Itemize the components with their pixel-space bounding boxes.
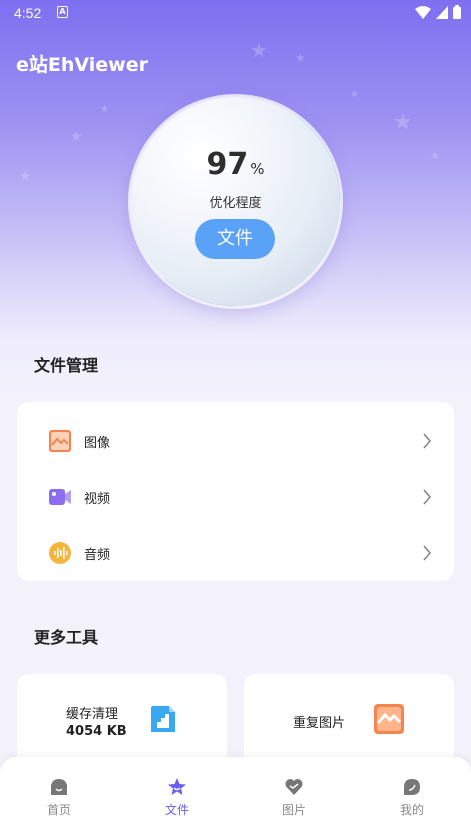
chevron-right-icon	[423, 545, 432, 561]
star-decoration: ★	[430, 149, 440, 162]
duplicate-image-icon	[374, 704, 404, 734]
nav-profile[interactable]: 我的	[353, 757, 471, 837]
more-tools-title: 更多工具	[34, 628, 99, 647]
status-time: 4:52	[14, 5, 42, 21]
star-decoration: ★	[70, 129, 83, 145]
status-icons	[415, 5, 461, 19]
image-icon	[49, 430, 71, 452]
star-decoration: ★	[295, 51, 306, 65]
file-item-label: 视频	[84, 491, 111, 507]
cache-clean-label: 缓存清理	[66, 707, 119, 722]
app-title: e站EhViewer	[16, 54, 148, 76]
nav-label: 文件	[164, 803, 189, 817]
star-decoration: ★	[20, 169, 31, 183]
file-item-audio[interactable]: 音频	[17, 525, 454, 581]
duplicate-image-label: 重复图片	[293, 716, 346, 731]
chevron-right-icon	[423, 489, 432, 505]
file-management-card: 图像 视频 音频	[17, 402, 454, 581]
optimization-percent: 97%	[131, 147, 340, 182]
battery-icon	[453, 5, 461, 19]
cache-icon	[151, 706, 175, 732]
nav-label: 我的	[399, 803, 424, 817]
file-button[interactable]: 文件	[195, 219, 275, 259]
nav-home[interactable]: 首页	[0, 757, 118, 837]
star-decoration: ★	[100, 104, 109, 115]
star-decoration: ★	[350, 89, 359, 100]
nav-picture[interactable]: 图片	[235, 757, 353, 837]
signal-icon	[436, 5, 448, 19]
audio-icon	[49, 542, 71, 564]
home-icon	[51, 779, 67, 795]
cache-size: 4054 KB	[66, 724, 127, 739]
percent-unit: %	[250, 160, 265, 178]
star-decoration: ★	[393, 110, 413, 135]
file-icon	[168, 778, 186, 795]
file-item-label: 图像	[84, 435, 111, 451]
chevron-right-icon	[423, 433, 432, 449]
nav-label: 图片	[281, 803, 306, 817]
file-item-image[interactable]: 图像	[17, 413, 454, 469]
picture-icon	[285, 778, 303, 795]
profile-icon	[404, 779, 420, 795]
percent-value: 97	[206, 147, 249, 182]
nav-label: 首页	[46, 803, 71, 817]
nav-file[interactable]: 文件	[118, 757, 236, 837]
optimization-bubble: 97% 优化程度 文件	[131, 97, 340, 306]
file-item-label: 音频	[84, 547, 111, 563]
star-decoration: ★	[250, 38, 268, 62]
bottom-navigation: 首页 文件 图片 我的	[0, 757, 471, 837]
notification-icon: A	[57, 6, 68, 18]
status-bar: 4:52 A	[0, 0, 471, 26]
file-management-title: 文件管理	[34, 356, 99, 375]
file-item-video[interactable]: 视频	[17, 469, 454, 525]
video-icon	[49, 489, 71, 505]
optimization-label: 优化程度	[209, 196, 262, 211]
wifi-icon	[415, 5, 431, 19]
